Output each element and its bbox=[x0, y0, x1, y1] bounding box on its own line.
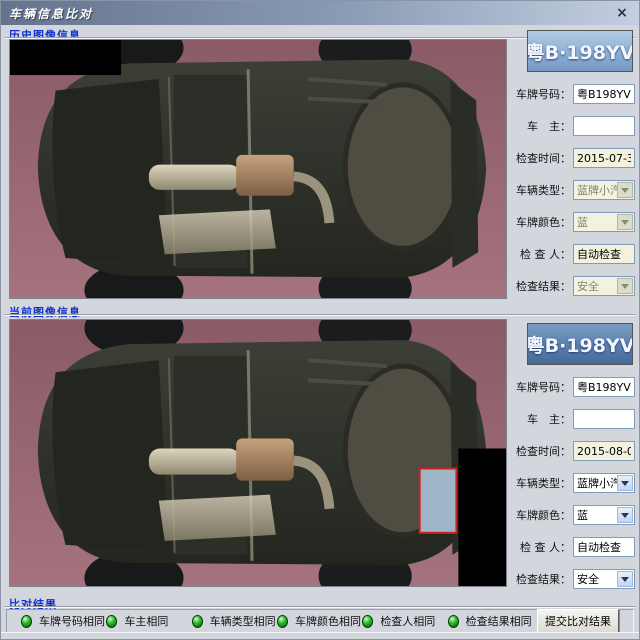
curr-check-result-select[interactable]: 安全 bbox=[573, 569, 635, 589]
comparison-item: 车主相同 bbox=[106, 613, 191, 629]
field-label: 车牌号码： bbox=[511, 379, 573, 395]
field-label: 车辆类型： bbox=[511, 182, 573, 198]
form-row: 检查时间： bbox=[511, 148, 635, 168]
comparison-item-label: 车主相同 bbox=[124, 613, 168, 629]
curr-owner-input[interactable] bbox=[573, 409, 635, 429]
chevron-down-icon bbox=[617, 507, 633, 523]
form-row: 检 查 人： bbox=[511, 537, 635, 557]
form-row: 检查结果： 安全 bbox=[511, 276, 635, 296]
curr-check-time-input[interactable] bbox=[573, 441, 635, 461]
historical-scan-image bbox=[9, 39, 507, 299]
section-divider bbox=[5, 314, 635, 316]
hist-vehicle-type-select[interactable]: 蓝牌小汽车 bbox=[573, 180, 635, 200]
plate-detection-box bbox=[420, 469, 457, 533]
submit-comparison-button[interactable]: 提交比对结果 bbox=[537, 609, 619, 633]
chevron-down-icon bbox=[617, 571, 633, 587]
chevron-down-icon bbox=[617, 475, 633, 491]
field-label: 检查时间： bbox=[511, 150, 573, 166]
green-status-icon bbox=[21, 615, 32, 628]
selected-value: 安全 bbox=[574, 278, 617, 294]
current-form-panel: 粤B·198YV 车牌号码： 车 主： 检查时间： 车辆类型： 蓝牌小汽车 车牌… bbox=[511, 323, 637, 589]
comparison-item: 检查结果相同 bbox=[448, 613, 533, 629]
hist-plate-number-input[interactable] bbox=[573, 84, 635, 104]
curr-inspector-input[interactable] bbox=[573, 537, 635, 557]
window-title: 车辆信息比对 bbox=[9, 5, 93, 22]
field-label: 车辆类型： bbox=[511, 475, 573, 491]
curr-plate-number-input[interactable] bbox=[573, 377, 635, 397]
form-row: 车 主： bbox=[511, 409, 635, 429]
hist-plate-color-select[interactable]: 蓝 bbox=[573, 212, 635, 232]
section-divider bbox=[5, 606, 635, 608]
form-row: 车牌号码： bbox=[511, 84, 635, 104]
comparison-item: 车牌颜色相同 bbox=[277, 613, 362, 629]
field-label: 车 主： bbox=[511, 118, 573, 134]
form-row: 车 主： bbox=[511, 116, 635, 136]
selected-value: 蓝 bbox=[574, 507, 617, 523]
selected-value: 蓝 bbox=[574, 214, 617, 230]
green-status-icon bbox=[362, 615, 373, 628]
chevron-down-icon bbox=[617, 278, 633, 294]
field-label: 车牌号码： bbox=[511, 86, 573, 102]
field-label: 检查时间： bbox=[511, 443, 573, 459]
hist-plate-image: 粤B·198YV bbox=[527, 30, 633, 72]
app-window: 车辆信息比对 × 历史图像信息 粤B·198YV 车牌号码： 车 主： 检查时间… bbox=[0, 0, 640, 640]
close-icon[interactable]: × bbox=[613, 6, 631, 20]
hist-inspector-input[interactable] bbox=[573, 244, 635, 264]
hist-check-time-input[interactable] bbox=[573, 148, 635, 168]
chevron-down-icon bbox=[617, 214, 633, 230]
comparison-item: 检查人相同 bbox=[362, 613, 447, 629]
field-label: 检查结果： bbox=[511, 571, 573, 587]
comparison-item: 车辆类型相同 bbox=[192, 613, 277, 629]
selected-value: 安全 bbox=[574, 571, 617, 587]
field-label: 车 主： bbox=[511, 411, 573, 427]
comparison-result-bar: 车牌号码相同 车主相同 车辆类型相同 车牌颜色相同 检查人相同 检查结果相同 提… bbox=[6, 609, 634, 633]
green-status-icon bbox=[448, 615, 459, 628]
curr-plate-image: 粤B·198YV bbox=[527, 323, 633, 365]
form-row: 车牌号码： bbox=[511, 377, 635, 397]
form-row: 检查时间： bbox=[511, 441, 635, 461]
field-label: 检 查 人： bbox=[511, 246, 573, 262]
comparison-item-label: 检查结果相同 bbox=[466, 613, 532, 629]
selected-value: 蓝牌小汽车 bbox=[574, 182, 617, 198]
green-status-icon bbox=[192, 615, 203, 628]
historical-form-panel: 粤B·198YV 车牌号码： 车 主： 检查时间： 车辆类型： 蓝牌小汽车 车牌… bbox=[511, 30, 637, 296]
current-scan-image bbox=[9, 319, 507, 587]
hist-check-result-select[interactable]: 安全 bbox=[573, 276, 635, 296]
curr-vehicle-type-select[interactable]: 蓝牌小汽车 bbox=[573, 473, 635, 493]
field-label: 检查结果： bbox=[511, 278, 573, 294]
field-label: 车牌颜色： bbox=[511, 214, 573, 230]
field-label: 检 查 人： bbox=[511, 539, 573, 555]
form-row: 车牌颜色： 蓝 bbox=[511, 212, 635, 232]
hist-owner-input[interactable] bbox=[573, 116, 635, 136]
form-row: 车辆类型： 蓝牌小汽车 bbox=[511, 180, 635, 200]
selected-value: 蓝牌小汽车 bbox=[574, 475, 617, 491]
form-row: 检 查 人： bbox=[511, 244, 635, 264]
field-label: 车牌颜色： bbox=[511, 507, 573, 523]
form-row: 车辆类型： 蓝牌小汽车 bbox=[511, 473, 635, 493]
comparison-item-label: 车牌颜色相同 bbox=[295, 613, 361, 629]
chevron-down-icon bbox=[617, 182, 633, 198]
form-row: 车牌颜色： 蓝 bbox=[511, 505, 635, 525]
green-status-icon bbox=[277, 615, 288, 628]
comparison-item-label: 车辆类型相同 bbox=[210, 613, 276, 629]
curr-plate-color-select[interactable]: 蓝 bbox=[573, 505, 635, 525]
comparison-item: 车牌号码相同 bbox=[21, 613, 106, 629]
green-status-icon bbox=[106, 615, 117, 628]
status-bar bbox=[1, 632, 639, 639]
form-row: 检查结果： 安全 bbox=[511, 569, 635, 589]
current-section-label: 当前图像信息 bbox=[9, 304, 81, 320]
comparison-item-label: 检查人相同 bbox=[380, 613, 435, 629]
title-bar: 车辆信息比对 × bbox=[1, 1, 639, 25]
comparison-item-label: 车牌号码相同 bbox=[39, 613, 105, 629]
